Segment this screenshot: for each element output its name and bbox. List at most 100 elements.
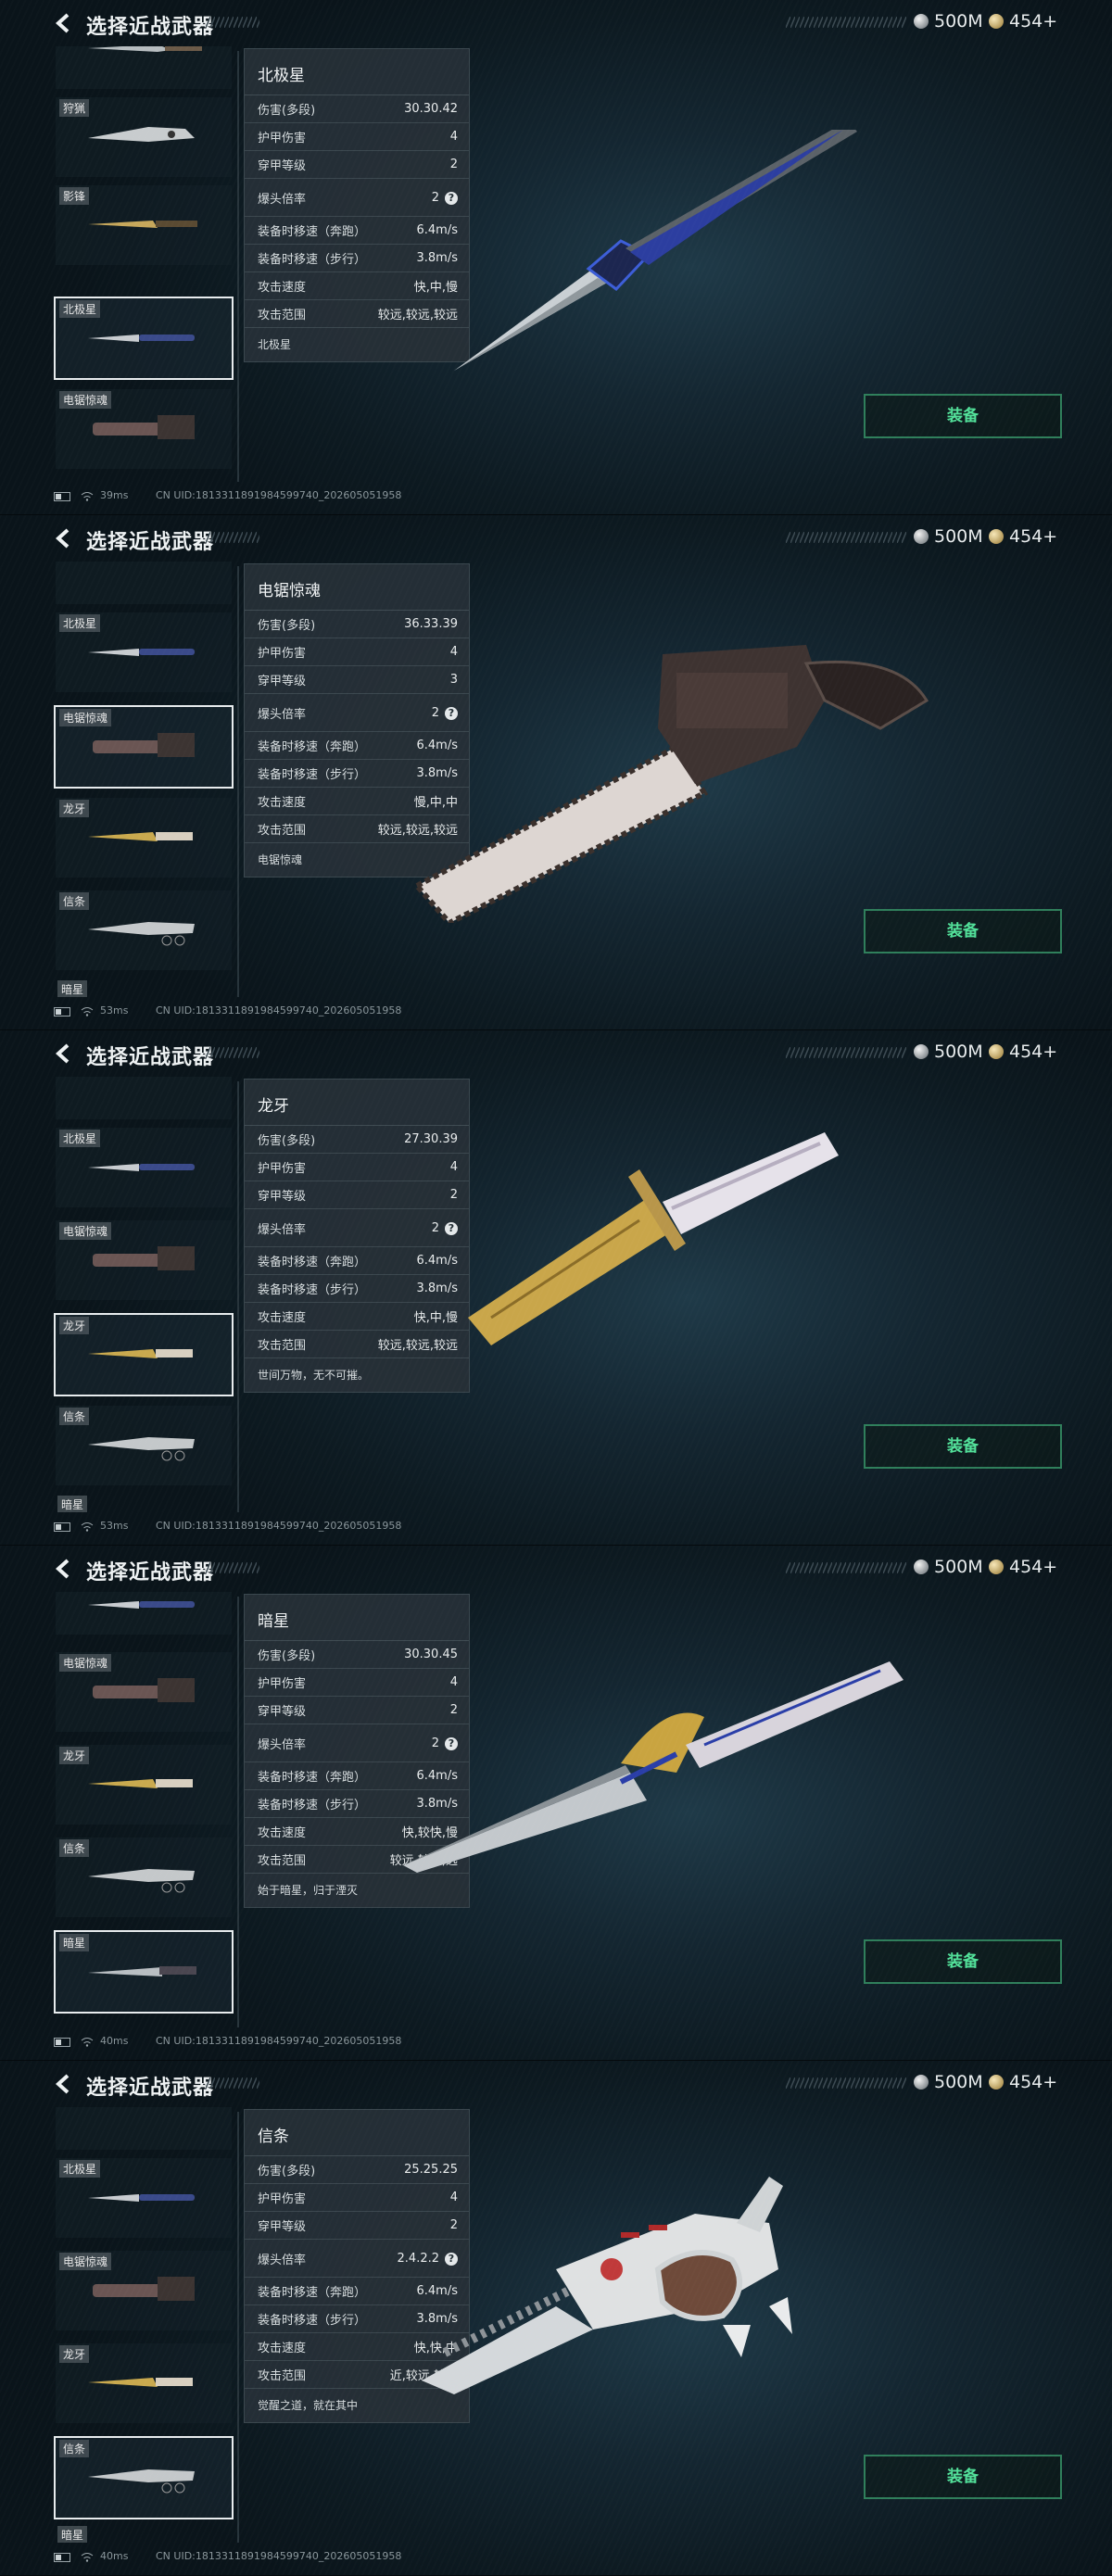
weapon-card-label[interactable]: 暗星 [57,2526,88,2543]
knife-thumbnail [88,2469,195,2494]
weapon-card[interactable]: 信条 [56,890,232,970]
stat-value: 36.33.39 [404,617,458,631]
battery-icon [54,2038,70,2047]
silver-amount: 500M [934,526,983,547]
stat-value: 快,中,慢 [413,1311,458,1325]
list-scrollbar[interactable] [237,566,239,997]
equip-button[interactable]: 装备 [864,909,1062,953]
stat-value: 2 [449,1188,458,1202]
stat-value: 30.30.45 [404,1648,458,1661]
stat-label: 攻击速度 [258,796,307,810]
weapon-name: 电锯惊魂 [245,564,469,611]
weapon-card[interactable] [56,46,232,89]
list-scrollbar[interactable] [237,51,239,482]
weapon-list[interactable]: 北极星 电锯惊魂 龙牙 信条 暗星 [54,562,237,997]
equip-button[interactable]: 装备 [864,1939,1062,1984]
hatch-decoration [786,1562,906,1573]
gold-amount: 454+ [1009,1042,1058,1062]
weapon-card[interactable]: 北极星 [56,1128,232,1207]
weapon-card[interactable]: 龙牙 [56,1745,232,1825]
weapon-card-selected[interactable]: 龙牙 [54,1313,234,1396]
weapon-card[interactable]: 电锯惊魂 [56,389,232,469]
knife-thumbnail [88,2378,193,2387]
stat-label: 伤害(多段) [258,619,316,633]
weapon-card[interactable] [56,1077,232,1119]
weapon-card[interactable]: 电锯惊魂 [56,1652,232,1732]
chevron-left-icon[interactable] [54,528,74,549]
stat-row-attack-range: 攻击范围 较远,较远,较远 [245,1331,469,1358]
weapon-card-selected[interactable]: 电锯惊魂 [54,705,234,789]
weapon-card[interactable]: 电锯惊魂 [56,2251,232,2330]
stat-label: 伤害(多段) [258,1649,316,1663]
weapon-card-selected[interactable]: 信条 [54,2436,234,2519]
weapon-card-selected[interactable]: 暗星 [54,1930,234,2014]
weapon-card[interactable]: 信条 [56,1406,232,1485]
silver-coin-icon [914,1044,929,1059]
stat-label: 装备时移速（奔跑） [258,1771,367,1785]
hatch-decoration [206,1047,259,1058]
stats-panel: 龙牙 伤害(多段) 27.30.39 护甲伤害 4 穿甲等级 2 爆头倍率 2? 装备时… [244,1079,470,1393]
status-bar: 40ms CN UID:1813311891984599740_20260505… [54,2550,702,2567]
stat-label: 护甲伤害 [258,647,307,661]
help-icon[interactable]: ? [445,1221,458,1235]
hatch-decoration [786,1047,906,1058]
weapon-card-label: 龙牙 [59,1317,90,1334]
chevron-left-icon[interactable] [54,1559,74,1579]
weapon-list[interactable]: 北极星 电锯惊魂 龙牙 信条 暗星 [54,2107,237,2543]
chevron-left-icon[interactable] [54,2074,74,2094]
gold-amount: 454+ [1009,526,1058,547]
weapon-card[interactable]: 北极星 [56,2158,232,2238]
weapon-card[interactable]: 狩猟 [56,97,232,177]
uid-text: CN UID:1813311891984599740_202605051958 [156,2035,402,2047]
stat-label: 伤害(多段) [258,104,316,118]
weapon-preview-knuckle-knife [422,2177,792,2394]
weapon-card-label: 电锯惊魂 [59,2253,112,2270]
weapon-card-label[interactable]: 暗星 [57,980,88,997]
weapon-list[interactable]: 电锯惊魂 龙牙 信条 暗星 [54,1592,237,2027]
weapon-card-label: 信条 [59,1839,90,1857]
equip-button[interactable]: 装备 [864,1424,1062,1469]
equip-button[interactable]: 装备 [864,2455,1062,2499]
silver-coin-icon [914,2075,929,2090]
weapon-card[interactable]: 电锯惊魂 [56,1220,232,1300]
weapon-card[interactable]: 龙牙 [56,2343,232,2423]
stat-label: 攻击范围 [258,824,307,838]
weapon-card[interactable]: 信条 [56,1837,232,1917]
gold-coin-icon [989,1044,1004,1059]
weapon-card-selected[interactable]: 北极星 [54,297,234,380]
stat-label: 攻击速度 [258,1311,307,1325]
equip-button[interactable]: 装备 [864,394,1062,438]
weapon-list[interactable]: 北极星 电锯惊魂 龙牙 信条 暗星 [54,1077,237,1512]
stat-label: 攻击范围 [258,2369,307,2383]
weapon-card-label: 龙牙 [59,1747,90,1764]
weapon-card[interactable] [56,2107,232,2150]
chevron-left-icon[interactable] [54,13,74,33]
list-scrollbar[interactable] [237,2112,239,2543]
list-scrollbar[interactable] [237,1597,239,2027]
silver-amount: 500M [934,1557,983,1577]
weapon-card[interactable]: 龙牙 [56,798,232,878]
stat-label: 装备时移速（步行） [258,2314,367,2328]
list-scrollbar[interactable] [237,1081,239,1512]
silver-currency: 500M [914,526,983,547]
stat-value: 2 [431,1220,439,1235]
gold-amount: 454+ [1009,11,1058,32]
chevron-left-icon[interactable] [54,1043,74,1064]
weapon-card[interactable] [56,1592,232,1635]
stat-label: 护甲伤害 [258,1162,307,1176]
weapon-card-label: 北极星 [59,2160,101,2178]
weapon-preview-chainsaw [412,645,929,923]
weapon-card[interactable]: 北极星 [56,612,232,692]
uid-text: CN UID:1813311891984599740_202605051958 [156,1520,402,1532]
knife-thumbnail [93,733,195,757]
weapon-card-label[interactable]: 暗星 [57,1496,88,1512]
wifi-icon [81,1007,94,1017]
knife-thumbnail [93,1678,195,1702]
weapon-card[interactable] [56,562,232,604]
stat-row-damage: 伤害(多段) 36.33.39 [245,611,469,638]
weapon-card[interactable]: 影锋 [56,185,232,265]
knife-thumbnail [88,1966,196,1976]
weapon-list[interactable]: 狩猟 影锋 北极星 电锯惊魂 [54,46,237,482]
stat-label: 装备时移速（奔跑） [258,225,367,239]
knife-thumbnail [88,1349,193,1358]
